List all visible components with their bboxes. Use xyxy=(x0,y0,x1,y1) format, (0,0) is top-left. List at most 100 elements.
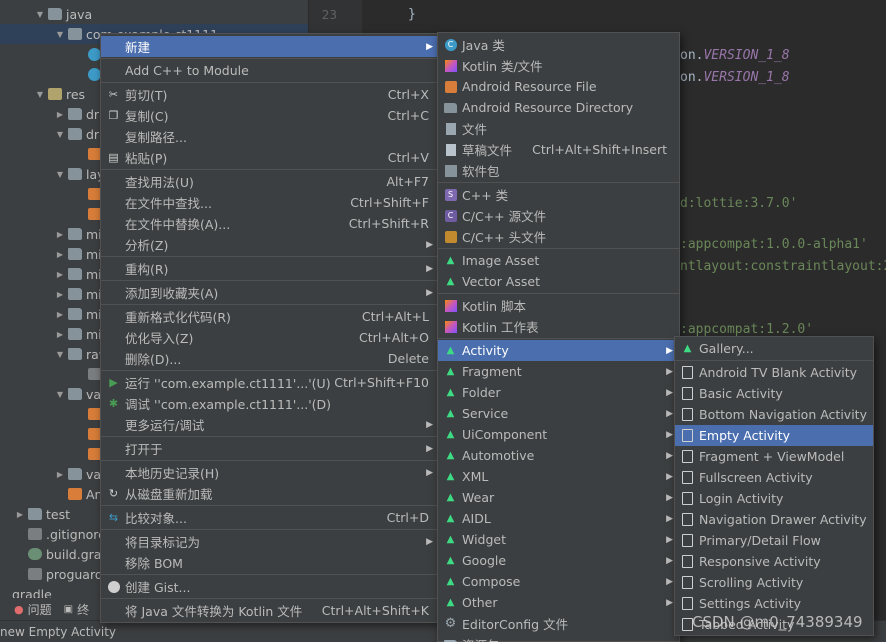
menu-item-label: Responsive Activity xyxy=(699,554,821,569)
problems-tab[interactable]: 问题 xyxy=(28,601,52,618)
code-text: on. xyxy=(680,70,704,85)
menu-item[interactable]: Add C++ to Module xyxy=(101,60,439,81)
menu-item[interactable]: 将 Java 文件转换为 Kotlin 文件 Ctrl+Alt+Shift+K xyxy=(101,600,439,621)
tree-row[interactable]: ▼ java xyxy=(0,4,308,24)
menu-item[interactable]: ▲ Fragment ▶ xyxy=(438,361,679,382)
chevron-right-icon[interactable]: ▶ xyxy=(14,510,26,519)
menu-item[interactable]: ▤ 粘贴(P) Ctrl+V xyxy=(101,147,439,168)
menu-item[interactable]: C/C++ 头文件 xyxy=(438,226,679,247)
menu-item[interactable]: 复制路径... xyxy=(101,126,439,147)
menu-item[interactable]: Android Resource Directory xyxy=(438,97,679,118)
menu-item[interactable]: ▲ Activity ▶ xyxy=(438,340,679,361)
menu-item[interactable]: Empty Activity xyxy=(675,425,873,446)
chevron-down-icon[interactable]: ▼ xyxy=(54,390,66,399)
chevron-down-icon[interactable]: ▼ xyxy=(54,350,66,359)
menu-item[interactable]: 软件包 xyxy=(438,160,679,181)
menu-item[interactable]: ▲ Widget ▶ xyxy=(438,529,679,550)
chevron-down-icon[interactable]: ▼ xyxy=(34,90,46,99)
menu-item[interactable]: 重构(R) ▶ xyxy=(101,258,439,279)
menu-item[interactable]: ↻ 从磁盘重新加载 xyxy=(101,483,439,504)
chevron-down-icon[interactable]: ▼ xyxy=(54,130,66,139)
android-icon: ▲ xyxy=(446,366,455,377)
menu-item[interactable]: Settings Activity xyxy=(675,593,873,614)
menu-item[interactable]: ▲ Compose ▶ xyxy=(438,571,679,592)
menu-item[interactable]: ▲ Google ▶ xyxy=(438,550,679,571)
menu-item[interactable]: ▲ Vector Asset xyxy=(438,271,679,292)
chevron-down-icon[interactable]: ▼ xyxy=(54,30,66,39)
menu-item[interactable]: 在文件中替换(A)... Ctrl+Shift+R xyxy=(101,213,439,234)
submenu-arrow-icon: ▶ xyxy=(666,597,673,608)
menu-item[interactable]: 更多运行/调试 ▶ xyxy=(101,414,439,435)
menu-item[interactable]: ▲ AIDL ▶ xyxy=(438,508,679,529)
chevron-right-icon[interactable]: ▶ xyxy=(54,310,66,319)
menu-item[interactable]: Android TV Blank Activity xyxy=(675,362,873,383)
menu-item[interactable]: ▲ Wear ▶ xyxy=(438,487,679,508)
gear-icon: ⚙ xyxy=(444,616,457,631)
menu-item[interactable]: ▲ Image Asset xyxy=(438,250,679,271)
problems-icon[interactable]: ● xyxy=(14,603,24,616)
chevron-right-icon[interactable]: ▶ xyxy=(54,330,66,339)
menu-item[interactable]: Basic Activity xyxy=(675,383,873,404)
menu-item[interactable]: Bottom Navigation Activity xyxy=(675,404,873,425)
menu-item[interactable]: 添加到收藏夹(A) ▶ xyxy=(101,282,439,303)
terminal-tab[interactable]: 终 xyxy=(77,601,89,618)
menu-item[interactable]: Fullscreen Activity xyxy=(675,467,873,488)
menu-item[interactable]: Scrolling Activity xyxy=(675,572,873,593)
menu-item[interactable]: Kotlin 工作表 xyxy=(438,316,679,337)
menu-item[interactable]: 文件 xyxy=(438,118,679,139)
menu-item[interactable]: 查找用法(U) Alt+F7 xyxy=(101,171,439,192)
chevron-right-icon[interactable]: ▶ xyxy=(54,110,66,119)
menu-item[interactable]: ▲ UiComponent ▶ xyxy=(438,424,679,445)
menu-item[interactable]: ✱ 调试 ''com.example.ct1111'...'(D) xyxy=(101,393,439,414)
menu-item[interactable]: 草稿文件 Ctrl+Alt+Shift+Insert xyxy=(438,139,679,160)
code-line: ntlayout:constraintlayout:2 xyxy=(680,259,886,274)
chevron-right-icon[interactable]: ▶ xyxy=(54,250,66,259)
menu-item[interactable]: ▶ 运行 ''com.example.ct1111'...'(U) Ctrl+Shi… xyxy=(101,372,439,393)
menu-item[interactable]: C Java 类 xyxy=(438,34,679,55)
menu-item[interactable]: 资源包 xyxy=(438,634,679,642)
folder-icon xyxy=(48,8,62,20)
menu-item[interactable]: ▲ Other ▶ xyxy=(438,592,679,613)
menu-item[interactable]: 移除 BOM xyxy=(101,552,439,573)
menu-item[interactable]: Android Resource File xyxy=(438,76,679,97)
chevron-down-icon[interactable]: ▼ xyxy=(34,10,46,19)
menu-item[interactable]: ▲ Gallery... xyxy=(675,338,873,359)
menu-item[interactable]: 将目录标记为 ▶ xyxy=(101,531,439,552)
chevron-right-icon[interactable]: ▶ xyxy=(54,290,66,299)
menu-item[interactable]: Kotlin 脚本 xyxy=(438,295,679,316)
menu-item-label: Fragment + ViewModel xyxy=(699,449,845,464)
menu-item[interactable]: ▲ Automotive ▶ xyxy=(438,445,679,466)
menu-item[interactable]: ⇆ 比较对象... Ctrl+D xyxy=(101,507,439,528)
menu-item[interactable]: Login Activity xyxy=(675,488,873,509)
menu-item[interactable]: ▲ Folder ▶ xyxy=(438,382,679,403)
chevron-down-icon[interactable]: ▼ xyxy=(54,170,66,179)
menu-item[interactable]: ▲ XML ▶ xyxy=(438,466,679,487)
menu-item[interactable]: ❐ 复制(C) Ctrl+C xyxy=(101,105,439,126)
menu-item[interactable]: 新建 ▶ xyxy=(101,36,439,57)
menu-item[interactable]: Primary/Detail Flow xyxy=(675,530,873,551)
menu-item[interactable]: 分析(Z) ▶ xyxy=(101,234,439,255)
menu-item[interactable]: 本地历史记录(H) ▶ xyxy=(101,462,439,483)
menu-item[interactable]: S C++ 类 xyxy=(438,184,679,205)
chevron-right-icon[interactable]: ▶ xyxy=(54,270,66,279)
menu-item[interactable]: 打开于 ▶ xyxy=(101,438,439,459)
menu-item[interactable]: ⚙ EditorConfig 文件 xyxy=(438,613,679,634)
chevron-right-icon[interactable]: ▶ xyxy=(54,230,66,239)
menu-item[interactable]: 在文件中查找... Ctrl+Shift+F xyxy=(101,192,439,213)
menu-item[interactable]: Responsive Activity xyxy=(675,551,873,572)
menu-item[interactable]: 删除(D)... Delete xyxy=(101,348,439,369)
menu-item[interactable]: Kotlin 类/文件 xyxy=(438,55,679,76)
menu-item-label: 更多运行/调试 xyxy=(125,418,205,433)
menu-item[interactable]: 创建 Gist... xyxy=(101,576,439,597)
status-text: new Empty Activity xyxy=(0,624,117,639)
terminal-icon[interactable]: ▣ xyxy=(64,604,73,615)
menu-item[interactable]: ▲ Service ▶ xyxy=(438,403,679,424)
menu-item-label: 复制(C) xyxy=(125,109,169,124)
menu-item[interactable]: 重新格式化代码(R) Ctrl+Alt+L xyxy=(101,306,439,327)
chevron-right-icon[interactable]: ▶ xyxy=(54,470,66,479)
menu-item[interactable]: 优化导入(Z) Ctrl+Alt+O xyxy=(101,327,439,348)
menu-item[interactable]: C C/C++ 源文件 xyxy=(438,205,679,226)
menu-item[interactable]: Navigation Drawer Activity xyxy=(675,509,873,530)
menu-item[interactable]: ✂ 剪切(T) Ctrl+X xyxy=(101,84,439,105)
menu-item[interactable]: Fragment + ViewModel xyxy=(675,446,873,467)
